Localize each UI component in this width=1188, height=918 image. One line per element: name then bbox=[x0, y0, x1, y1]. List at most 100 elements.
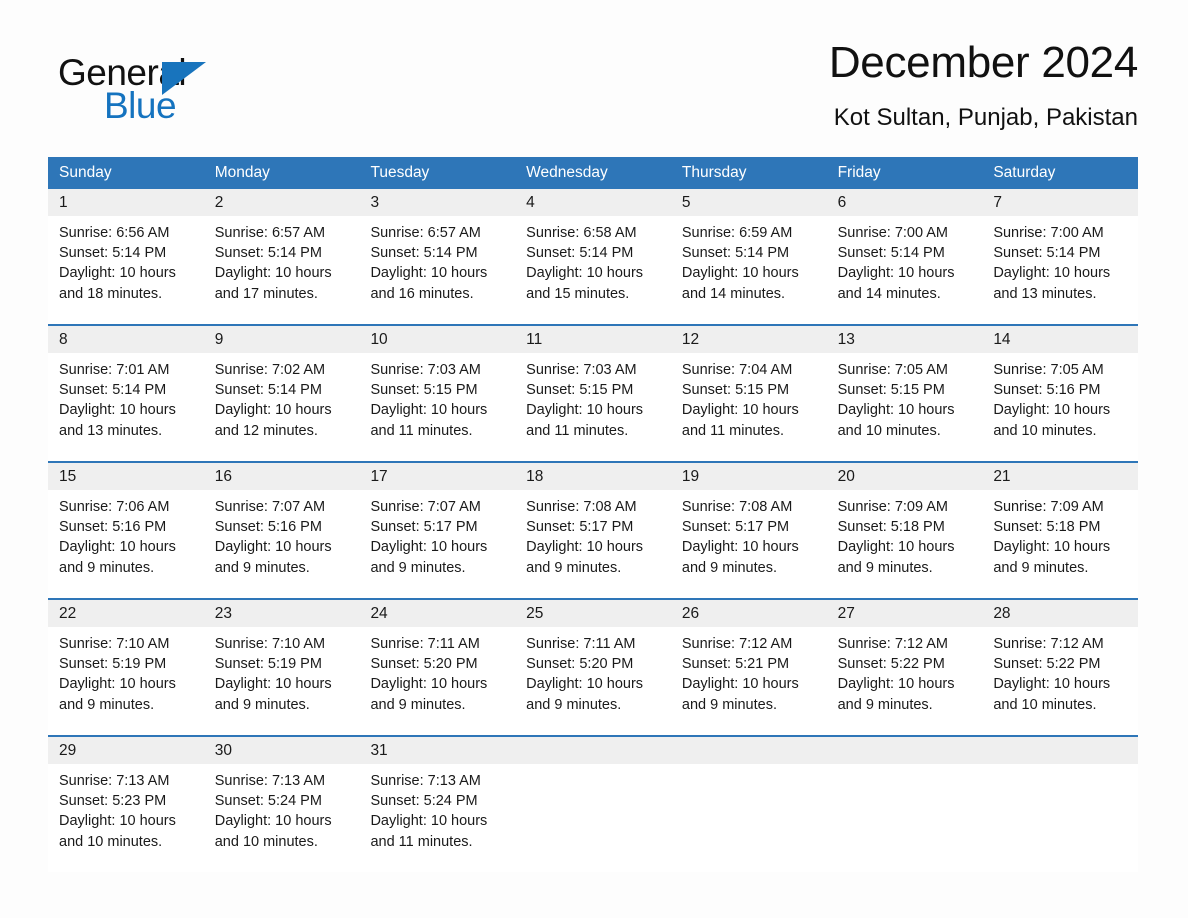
sunset-text: Sunset: 5:19 PM bbox=[59, 656, 167, 673]
daylight-text-line1: Daylight: 10 hours bbox=[681, 265, 799, 282]
day-number-empty bbox=[515, 737, 671, 764]
day-number[interactable]: 23 bbox=[204, 600, 360, 627]
weekday-thursday: Thursday bbox=[681, 164, 747, 181]
day-cell[interactable]: Sunrise: 6:56 AM Sunset: 5:14 PM Dayligh… bbox=[48, 216, 204, 324]
day-cell[interactable]: Sunrise: 7:07 AM Sunset: 5:16 PM Dayligh… bbox=[204, 490, 360, 598]
location-subtitle: Kot Sultan, Punjab, Pakistan bbox=[833, 104, 1138, 131]
sunrise-text: Sunrise: 7:10 AM bbox=[214, 636, 326, 652]
day-number[interactable]: 11 bbox=[515, 326, 671, 353]
day-number[interactable]: 14 bbox=[982, 326, 1138, 353]
sunrise-text: Sunrise: 6:56 AM bbox=[59, 225, 170, 241]
sunrise-text: Sunrise: 6:57 AM bbox=[370, 225, 481, 241]
sunset-text: Sunset: 5:18 PM bbox=[993, 519, 1101, 536]
daylight-text-line1: Daylight: 10 hours bbox=[993, 676, 1111, 693]
day-cell[interactable]: Sunrise: 7:09 AM Sunset: 5:18 PM Dayligh… bbox=[827, 490, 983, 598]
day-number[interactable]: 19 bbox=[671, 463, 827, 490]
day-cell[interactable]: Sunrise: 7:11 AM Sunset: 5:20 PM Dayligh… bbox=[515, 627, 671, 735]
daylight-text-line1: Daylight: 10 hours bbox=[526, 265, 644, 282]
daylight-text-line2: and 10 minutes. bbox=[59, 833, 163, 850]
daylight-text-line2: and 10 minutes. bbox=[993, 422, 1097, 439]
day-number[interactable]: 28 bbox=[982, 600, 1138, 627]
week-row: 22 23 24 25 26 27 28 Sunrise: 7:10 AM Su… bbox=[48, 598, 1138, 735]
day-cell[interactable]: Sunrise: 7:00 AM Sunset: 5:14 PM Dayligh… bbox=[827, 216, 983, 324]
day-cell[interactable]: Sunrise: 7:06 AM Sunset: 5:16 PM Dayligh… bbox=[48, 490, 204, 598]
day-cell[interactable]: Sunrise: 6:57 AM Sunset: 5:14 PM Dayligh… bbox=[359, 216, 515, 324]
daylight-text-line1: Daylight: 10 hours bbox=[993, 539, 1111, 556]
day-cell[interactable]: Sunrise: 6:57 AM Sunset: 5:14 PM Dayligh… bbox=[204, 216, 360, 324]
day-number[interactable]: 2 bbox=[204, 189, 360, 216]
day-cell[interactable]: Sunrise: 6:58 AM Sunset: 5:14 PM Dayligh… bbox=[515, 216, 671, 324]
sunset-text: Sunset: 5:20 PM bbox=[370, 656, 478, 673]
daylight-text-line2: and 16 minutes. bbox=[370, 285, 474, 302]
day-number[interactable]: 30 bbox=[204, 737, 360, 764]
day-cell[interactable]: Sunrise: 7:10 AM Sunset: 5:19 PM Dayligh… bbox=[48, 627, 204, 735]
day-number[interactable]: 12 bbox=[671, 326, 827, 353]
day-number[interactable]: 21 bbox=[982, 463, 1138, 490]
day-number[interactable]: 1 bbox=[48, 189, 204, 216]
day-cell[interactable]: Sunrise: 7:04 AM Sunset: 5:15 PM Dayligh… bbox=[671, 353, 827, 461]
day-number[interactable]: 20 bbox=[827, 463, 983, 490]
day-cell[interactable]: Sunrise: 7:08 AM Sunset: 5:17 PM Dayligh… bbox=[515, 490, 671, 598]
day-number[interactable]: 22 bbox=[48, 600, 204, 627]
day-number[interactable]: 25 bbox=[515, 600, 671, 627]
sunset-text: Sunset: 5:15 PM bbox=[526, 382, 634, 399]
day-number[interactable]: 24 bbox=[359, 600, 515, 627]
day-cell[interactable]: Sunrise: 7:12 AM Sunset: 5:21 PM Dayligh… bbox=[671, 627, 827, 735]
day-cell[interactable]: Sunrise: 7:03 AM Sunset: 5:15 PM Dayligh… bbox=[359, 353, 515, 461]
sunset-text: Sunset: 5:16 PM bbox=[59, 519, 167, 536]
sunset-text: Sunset: 5:24 PM bbox=[370, 793, 478, 810]
sunrise-text: Sunrise: 7:03 AM bbox=[526, 362, 637, 378]
day-cell[interactable]: Sunrise: 7:03 AM Sunset: 5:15 PM Dayligh… bbox=[515, 353, 671, 461]
day-cell[interactable]: Sunrise: 7:05 AM Sunset: 5:16 PM Dayligh… bbox=[982, 353, 1138, 461]
day-number[interactable]: 18 bbox=[515, 463, 671, 490]
day-number[interactable]: 16 bbox=[204, 463, 360, 490]
day-cell[interactable]: Sunrise: 7:08 AM Sunset: 5:17 PM Dayligh… bbox=[671, 490, 827, 598]
daylight-text-line2: and 9 minutes. bbox=[370, 559, 466, 576]
sunset-text: Sunset: 5:14 PM bbox=[214, 245, 322, 262]
day-number[interactable]: 5 bbox=[671, 189, 827, 216]
day-number[interactable]: 13 bbox=[827, 326, 983, 353]
day-number[interactable]: 8 bbox=[48, 326, 204, 353]
sunset-text: Sunset: 5:14 PM bbox=[59, 382, 167, 399]
day-number[interactable]: 6 bbox=[827, 189, 983, 216]
day-number[interactable]: 26 bbox=[671, 600, 827, 627]
day-number[interactable]: 27 bbox=[827, 600, 983, 627]
day-cell[interactable]: Sunrise: 7:12 AM Sunset: 5:22 PM Dayligh… bbox=[827, 627, 983, 735]
day-number-band: 8 9 10 11 12 13 14 bbox=[48, 326, 1138, 353]
day-cell[interactable]: Sunrise: 7:12 AM Sunset: 5:22 PM Dayligh… bbox=[982, 627, 1138, 735]
day-cell[interactable]: Sunrise: 7:09 AM Sunset: 5:18 PM Dayligh… bbox=[982, 490, 1138, 598]
sunset-text: Sunset: 5:14 PM bbox=[837, 245, 945, 262]
day-cell-empty bbox=[827, 764, 983, 872]
day-cell[interactable]: Sunrise: 7:01 AM Sunset: 5:14 PM Dayligh… bbox=[48, 353, 204, 461]
day-cell[interactable]: Sunrise: 7:00 AM Sunset: 5:14 PM Dayligh… bbox=[982, 216, 1138, 324]
day-number[interactable]: 29 bbox=[48, 737, 204, 764]
day-cell[interactable]: Sunrise: 7:13 AM Sunset: 5:24 PM Dayligh… bbox=[359, 764, 515, 872]
day-number[interactable]: 3 bbox=[359, 189, 515, 216]
day-number[interactable]: 15 bbox=[48, 463, 204, 490]
day-cell[interactable]: Sunrise: 7:05 AM Sunset: 5:15 PM Dayligh… bbox=[827, 353, 983, 461]
generalblue-logo[interactable]: General Blue bbox=[58, 52, 268, 130]
day-number[interactable]: 9 bbox=[204, 326, 360, 353]
daylight-text-line2: and 11 minutes. bbox=[370, 422, 473, 439]
sunrise-text: Sunrise: 7:00 AM bbox=[993, 225, 1104, 241]
day-number-empty bbox=[982, 737, 1138, 764]
day-detail-row: Sunrise: 7:06 AM Sunset: 5:16 PM Dayligh… bbox=[48, 490, 1138, 598]
daylight-text-line1: Daylight: 10 hours bbox=[681, 676, 799, 693]
daylight-text-line2: and 17 minutes. bbox=[214, 285, 318, 302]
day-cell[interactable]: Sunrise: 6:59 AM Sunset: 5:14 PM Dayligh… bbox=[671, 216, 827, 324]
sunset-text: Sunset: 5:16 PM bbox=[214, 519, 322, 536]
day-cell[interactable]: Sunrise: 7:13 AM Sunset: 5:23 PM Dayligh… bbox=[48, 764, 204, 872]
day-cell[interactable]: Sunrise: 7:10 AM Sunset: 5:19 PM Dayligh… bbox=[204, 627, 360, 735]
sunset-text: Sunset: 5:22 PM bbox=[837, 656, 945, 673]
day-cell[interactable]: Sunrise: 7:07 AM Sunset: 5:17 PM Dayligh… bbox=[359, 490, 515, 598]
sunset-text: Sunset: 5:16 PM bbox=[993, 382, 1101, 399]
day-number[interactable]: 7 bbox=[982, 189, 1138, 216]
day-number[interactable]: 31 bbox=[359, 737, 515, 764]
day-number[interactable]: 17 bbox=[359, 463, 515, 490]
day-cell[interactable]: Sunrise: 7:02 AM Sunset: 5:14 PM Dayligh… bbox=[204, 353, 360, 461]
day-number-empty bbox=[671, 737, 827, 764]
day-cell[interactable]: Sunrise: 7:13 AM Sunset: 5:24 PM Dayligh… bbox=[204, 764, 360, 872]
day-number[interactable]: 4 bbox=[515, 189, 671, 216]
day-cell[interactable]: Sunrise: 7:11 AM Sunset: 5:20 PM Dayligh… bbox=[359, 627, 515, 735]
day-number[interactable]: 10 bbox=[359, 326, 515, 353]
